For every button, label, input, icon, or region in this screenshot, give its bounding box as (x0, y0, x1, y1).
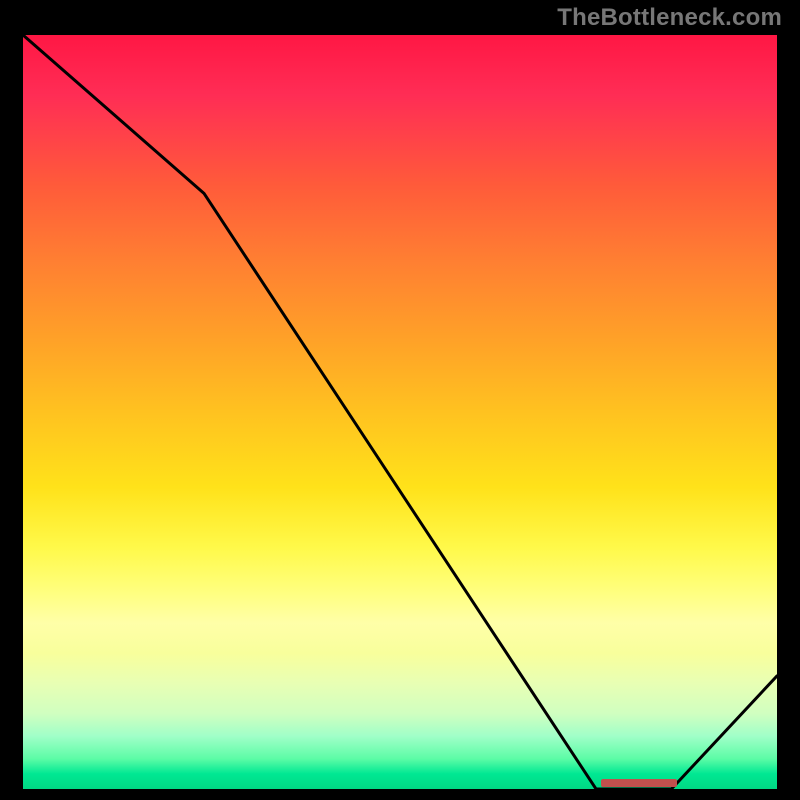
chart-container: TheBottleneck.com (0, 0, 800, 800)
watermark-text: TheBottleneck.com (557, 4, 782, 32)
plot-area (20, 32, 780, 792)
bottleneck-curve (23, 35, 777, 789)
optimal-zone-marker (601, 779, 677, 787)
